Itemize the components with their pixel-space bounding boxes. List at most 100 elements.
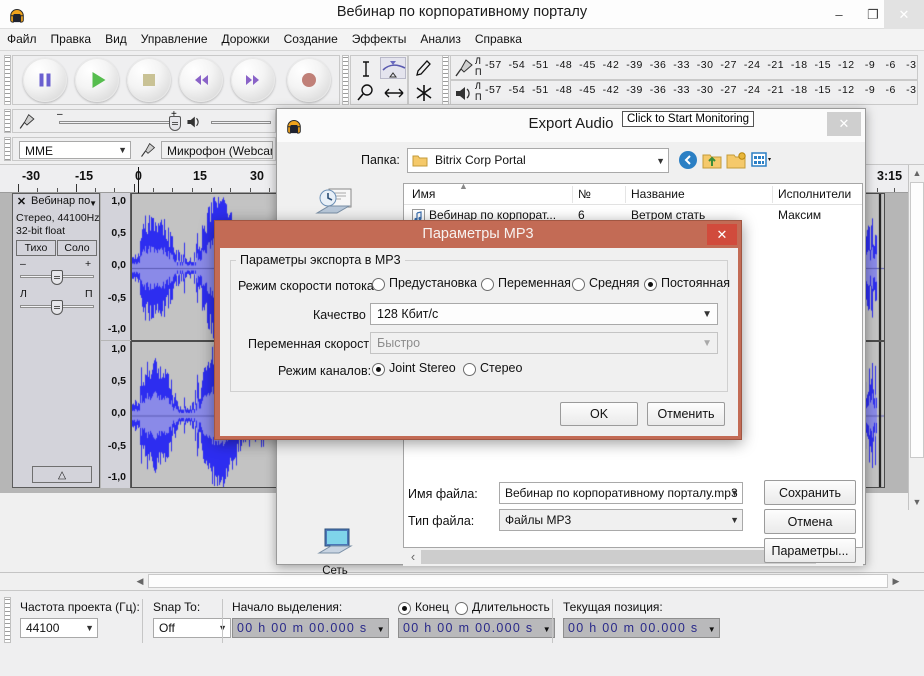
menu-item-tracks[interactable]: Дорожки — [215, 29, 277, 49]
track-name-dropdown[interactable]: Вебинар по ▼ — [29, 195, 99, 210]
end-radio[interactable] — [398, 602, 411, 615]
pan-slider-handle[interactable] — [51, 300, 63, 315]
selection-tool[interactable] — [352, 57, 378, 79]
track-gain-slider[interactable] — [20, 270, 94, 285]
hscroll-thumb[interactable] — [148, 574, 888, 588]
horizontal-scrollbar[interactable]: ◀ ▶ — [0, 572, 924, 589]
col-name[interactable]: Имя — [412, 187, 435, 201]
record-meter-toolbar[interactable]: Л П -57 -54 -51 -48 -45 -42 -39 -36 -33 … — [450, 55, 918, 80]
track-close-button[interactable]: ✕ — [15, 196, 28, 209]
scroll-left-arrow[interactable]: ◀ — [132, 573, 148, 589]
menu-item-control[interactable]: Управление — [134, 29, 215, 49]
scroll-up-arrow[interactable]: ▲ — [909, 165, 924, 181]
transport-toolbar-grip[interactable] — [4, 55, 11, 105]
mp3-dialog-close-button[interactable]: ✕ — [707, 224, 737, 245]
selection-end-time[interactable]: 00 h 00 m 00.000 s ▼ — [398, 618, 555, 638]
export-dialog-close-button[interactable]: ✕ — [827, 112, 861, 136]
vertical-scrollbar[interactable]: ▲ ▼ — [908, 165, 924, 510]
folder-select[interactable]: Bitrix Corp Portal ▼ — [407, 148, 669, 173]
minimize-button[interactable]: – — [822, 0, 856, 29]
filetype-label: Тип файла: — [408, 514, 475, 528]
gain-slider-handle[interactable] — [51, 270, 63, 285]
scroll-right-arrow[interactable]: ▶ — [888, 573, 904, 589]
track-collapse-button[interactable]: △ — [32, 466, 92, 483]
options-button[interactable]: Параметры... — [764, 538, 856, 563]
mixer-toolbar: – + — [12, 109, 276, 133]
time-spinner-icon-3[interactable]: ▼ — [708, 625, 717, 634]
project-rate-select[interactable]: 44100 ▼ — [20, 618, 98, 638]
current-position-time[interactable]: 00 h 00 m 00.000 s ▼ — [563, 618, 720, 638]
variable-speed-select: Быстро ▼ — [370, 332, 718, 354]
back-icon[interactable] — [677, 150, 699, 170]
time-spinner-icon-2[interactable]: ▼ — [543, 625, 552, 634]
view-mode-icon[interactable] — [751, 150, 773, 170]
menu-item-edit[interactable]: Правка — [44, 29, 99, 49]
pause-button[interactable] — [23, 58, 67, 102]
menu-item-effects[interactable]: Эффекты — [345, 29, 414, 49]
device-toolbar-grip[interactable] — [4, 137, 11, 161]
col-divider-2[interactable] — [625, 186, 626, 203]
tools-toolbar-grip[interactable] — [342, 55, 349, 105]
time-spinner-icon[interactable]: ▼ — [377, 625, 386, 634]
selection-toolbar-grip[interactable] — [4, 597, 11, 643]
length-radio[interactable] — [455, 602, 468, 615]
col-artist[interactable]: Исполнители — [778, 187, 851, 201]
mp3-ok-button[interactable]: OK — [560, 402, 638, 426]
radio-stereo[interactable] — [463, 363, 476, 376]
radio-joint-stereo[interactable] — [372, 363, 385, 376]
envelope-tool[interactable] — [380, 57, 406, 79]
file-hscroll-left[interactable]: ‹ — [405, 549, 421, 565]
menu-item-help[interactable]: Справка — [468, 29, 529, 49]
up-folder-icon[interactable] — [701, 150, 723, 170]
mixer-toolbar-grip[interactable] — [4, 109, 11, 133]
vscroll-thumb[interactable] — [910, 182, 924, 458]
col-number[interactable]: № — [578, 187, 591, 201]
menu-item-generate[interactable]: Создание — [277, 29, 345, 49]
col-title[interactable]: Название — [631, 187, 685, 201]
selection-start-time[interactable]: 00 h 00 m 00.000 s ▼ — [232, 618, 389, 638]
track-mute-button[interactable]: Тихо — [16, 240, 56, 256]
timeshift-tool[interactable] — [380, 81, 406, 103]
meter-toolbar-grip[interactable] — [442, 55, 449, 105]
track-control-panel[interactable]: ✕ Вебинар по ▼ Стерео, 44100Hz 32-bit fl… — [12, 193, 100, 488]
new-folder-icon[interactable] — [725, 150, 747, 170]
skip-start-button[interactable] — [179, 58, 223, 102]
places-network[interactable]: Сеть — [283, 527, 387, 577]
quality-select[interactable]: 128 Кбит/с ▼ — [370, 303, 718, 325]
zoom-tool[interactable] — [352, 81, 378, 103]
menu-item-file[interactable]: Файл — [0, 29, 44, 49]
snap-to-select[interactable]: Off ▼ — [153, 618, 231, 638]
multi-tool[interactable] — [410, 81, 436, 103]
output-volume-slider[interactable] — [211, 118, 271, 126]
meter-channel-l: Л — [475, 56, 481, 66]
record-button[interactable] — [287, 58, 331, 102]
filename-input[interactable]: Вебинар по корпоративному порталу.mp3 ▼ — [499, 482, 743, 504]
col-divider-1[interactable] — [572, 186, 573, 203]
track-pan-slider[interactable] — [20, 300, 94, 315]
col-divider-3[interactable] — [772, 186, 773, 203]
stop-button[interactable] — [127, 58, 171, 102]
radio-preset[interactable] — [372, 278, 385, 291]
play-button[interactable] — [75, 58, 119, 102]
close-button[interactable]: ✕ — [884, 0, 924, 29]
menu-item-analyze[interactable]: Анализ — [413, 29, 468, 49]
audio-host-select[interactable]: MME ▼ — [19, 141, 131, 159]
input-volume-slider[interactable] — [59, 116, 181, 131]
scroll-down-arrow[interactable]: ▼ — [909, 494, 924, 510]
input-device-select[interactable]: Микрофон (Webcam C16 — [161, 141, 273, 159]
radio-variable[interactable] — [481, 278, 494, 291]
radio-average[interactable] — [572, 278, 585, 291]
playback-meter-toolbar[interactable]: Л П -57 -54 -51 -48 -45 -42 -39 -36 -33 … — [450, 80, 918, 105]
cancel-button[interactable]: Отмена — [764, 509, 856, 534]
draw-tool[interactable] — [410, 57, 436, 79]
save-button[interactable]: Сохранить — [764, 480, 856, 505]
filetype-select[interactable]: Файлы MP3 ▼ — [499, 509, 743, 531]
gain-minus-label: – — [20, 258, 26, 270]
radio-constant[interactable] — [644, 278, 657, 291]
skip-end-button[interactable] — [231, 58, 275, 102]
file-hscroll-thumb[interactable] — [421, 550, 816, 564]
mp3-cancel-button[interactable]: Отменить — [647, 402, 725, 426]
radio-stereo-label: Стерео — [480, 361, 523, 375]
menu-item-view[interactable]: Вид — [98, 29, 134, 49]
track-solo-button[interactable]: Соло — [57, 240, 97, 256]
